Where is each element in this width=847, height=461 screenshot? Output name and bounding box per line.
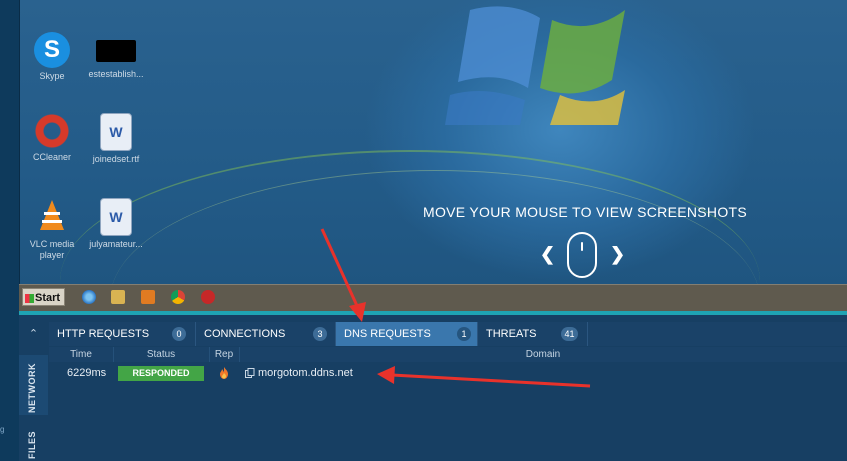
tab-count-badge: 1 bbox=[457, 327, 471, 341]
tab-http-requests[interactable]: HTTP REQUESTS 0 bbox=[49, 322, 196, 346]
screenshot-hint-text: MOVE YOUR MOUSE TO VIEW SCREENSHOTS bbox=[423, 204, 747, 220]
media-player-icon[interactable] bbox=[141, 290, 155, 304]
tab-label: HTTP REQUESTS bbox=[57, 328, 150, 340]
status-badge: RESPONDED bbox=[118, 366, 204, 381]
tab-dns-requests[interactable]: DNS REQUESTS 1 bbox=[336, 322, 478, 346]
table-row[interactable]: 6229ms RESPONDED morgotom.ddns.net bbox=[49, 365, 847, 383]
left-edge-strip: g bbox=[0, 0, 20, 461]
opera-icon[interactable] bbox=[201, 290, 215, 304]
vlc-desktop-icon[interactable]: VLC media player bbox=[20, 198, 84, 261]
start-label: Start bbox=[35, 292, 61, 304]
side-tab-label: NETWORK bbox=[27, 363, 37, 413]
start-button[interactable]: Start bbox=[22, 288, 65, 306]
arrow-left-icon: ❮ bbox=[540, 244, 556, 264]
tab-count-badge: 0 bbox=[172, 327, 186, 341]
julyamateur-desktop-icon[interactable]: W julyamateur... bbox=[84, 198, 148, 250]
tab-label: DNS REQUESTS bbox=[344, 328, 431, 340]
tab-count-badge: 3 bbox=[313, 327, 327, 341]
chevron-up-icon[interactable]: ⌃ bbox=[19, 322, 48, 346]
desktop-icon-label: julyamateur... bbox=[89, 239, 143, 249]
copy-icon[interactable] bbox=[245, 368, 255, 378]
desktop-icon-label: estestablish... bbox=[88, 69, 144, 79]
mouse-hint: ❮ ❯ bbox=[540, 232, 630, 282]
arrow-right-icon: ❯ bbox=[610, 244, 626, 264]
column-header-time[interactable]: Time bbox=[49, 347, 114, 362]
tab-connections[interactable]: CONNECTIONS 3 bbox=[196, 322, 336, 346]
side-tab-label: FILES bbox=[27, 430, 37, 459]
folder-icon[interactable] bbox=[111, 290, 125, 304]
tab-threats[interactable]: THREATS 41 bbox=[478, 322, 588, 346]
flame-icon bbox=[220, 367, 228, 379]
desktop-icon-label: Skype bbox=[39, 71, 65, 81]
row-domain[interactable]: morgotom.ddns.net bbox=[258, 367, 353, 379]
windows-flag-icon bbox=[25, 293, 34, 303]
chrome-icon[interactable] bbox=[171, 290, 185, 304]
tab-bar: HTTP REQUESTS 0 CONNECTIONS 3 DNS REQUES… bbox=[49, 322, 847, 346]
table-header: Time Status Rep Domain bbox=[49, 347, 847, 362]
ie-icon[interactable] bbox=[82, 290, 96, 304]
column-header-status[interactable]: Status bbox=[113, 347, 210, 362]
desktop-icon-label: joinedset.rtf bbox=[92, 154, 140, 164]
side-tab-files[interactable]: FILES bbox=[19, 425, 48, 461]
desktop-icon-label: VLC media player bbox=[29, 239, 75, 260]
column-header-rep[interactable]: Rep bbox=[209, 347, 240, 362]
desktop-icon-label: CCleaner bbox=[32, 152, 72, 162]
windows-logo-icon bbox=[445, 6, 625, 125]
tab-label: CONNECTIONS bbox=[204, 328, 286, 340]
tab-label: THREATS bbox=[486, 328, 537, 340]
mouse-icon bbox=[567, 232, 597, 278]
joinedset-desktop-icon[interactable]: W joinedset.rtf bbox=[84, 113, 148, 165]
ccleaner-desktop-icon[interactable]: CCleaner bbox=[20, 113, 84, 163]
column-header-domain[interactable]: Domain bbox=[239, 347, 847, 362]
estestablish-desktop-icon[interactable]: estestablish... bbox=[84, 40, 148, 80]
network-panel: ⌃ NETWORK FILES HTTP REQUESTS 0 CONNECTI… bbox=[19, 315, 847, 461]
desktop-screenshot: S Skype estestablish... CCleaner W joine… bbox=[0, 0, 847, 285]
taskbar: Start bbox=[19, 284, 847, 311]
tab-count-badge: 41 bbox=[561, 327, 578, 341]
skype-desktop-icon[interactable]: S Skype bbox=[20, 32, 84, 82]
side-tab-network[interactable]: NETWORK bbox=[19, 355, 48, 415]
